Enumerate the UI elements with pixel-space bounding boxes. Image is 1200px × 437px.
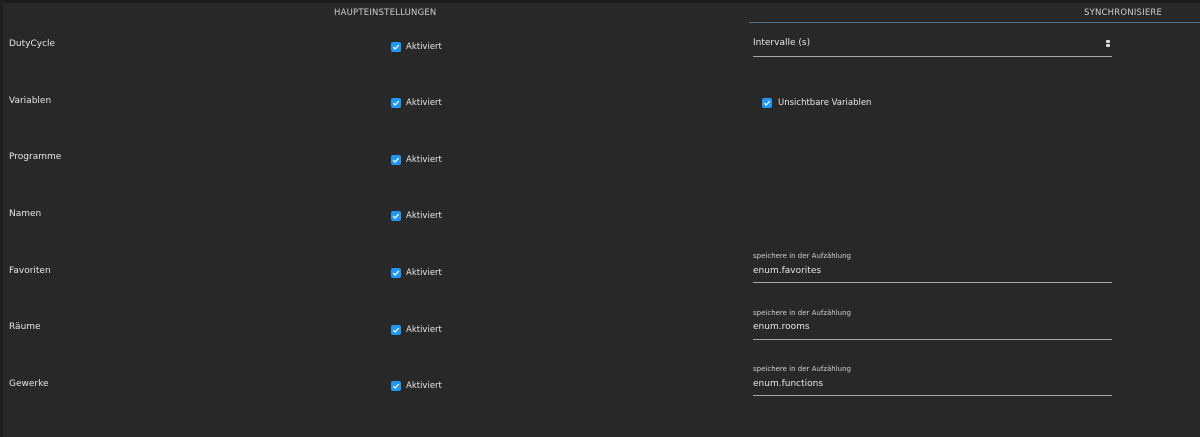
- raeume-checkbox[interactable]: [391, 325, 401, 335]
- row-label-namen: Namen: [9, 209, 42, 219]
- functions-enum-field-label: speichere in der Aufzählung: [753, 365, 851, 373]
- active-tab-indicator: [749, 22, 1200, 23]
- functions-enum-underline: [753, 395, 1112, 396]
- favoriten-checkbox[interactable]: [391, 268, 401, 278]
- checkmark-icon: [763, 100, 771, 106]
- checkmark-icon: [392, 44, 400, 50]
- rooms-enum-underline: [753, 339, 1112, 340]
- checkmark-icon: [392, 270, 400, 276]
- dutycycle-checkbox-label: Aktiviert: [406, 42, 442, 52]
- invisible-variables-label: Unsichtbare Variablen: [778, 98, 872, 108]
- row-label-dutycycle: DutyCycle: [9, 39, 56, 49]
- row-label-favoriten: Favoriten: [9, 266, 51, 276]
- variablen-checkbox[interactable]: [391, 98, 401, 108]
- rooms-enum-field-label: speichere in der Aufzählung: [753, 309, 851, 317]
- checkmark-icon: [392, 157, 400, 163]
- programme-checkbox-label: Aktiviert: [406, 155, 442, 165]
- interval-underline: [753, 56, 1112, 57]
- checkmark-icon: [392, 213, 400, 219]
- favorites-enum-field-label: speichere in der Aufzählung: [753, 252, 851, 260]
- functions-enum-input[interactable]: enum.functions: [753, 379, 823, 389]
- favoriten-checkbox-label: Aktiviert: [406, 268, 442, 278]
- tab-main-settings[interactable]: HAUPTEINSTELLUNGEN: [334, 8, 436, 18]
- row-label-gewerke: Gewerke: [9, 379, 49, 389]
- favorites-enum-underline: [753, 282, 1112, 283]
- namen-checkbox[interactable]: [391, 211, 401, 221]
- interval-spinner-icon[interactable]: [1106, 40, 1110, 48]
- programme-checkbox[interactable]: [391, 155, 401, 165]
- favorites-enum-input[interactable]: enum.favorites: [753, 266, 821, 276]
- invisible-variables-checkbox[interactable]: [762, 98, 772, 108]
- namen-checkbox-label: Aktiviert: [406, 211, 442, 221]
- checkmark-icon: [392, 327, 400, 333]
- dutycycle-checkbox[interactable]: [391, 42, 401, 52]
- gewerke-checkbox[interactable]: [391, 381, 401, 391]
- checkmark-icon: [392, 383, 400, 389]
- raeume-checkbox-label: Aktiviert: [406, 325, 442, 335]
- variablen-checkbox-label: Aktiviert: [406, 98, 442, 108]
- row-label-variablen: Variablen: [9, 96, 52, 106]
- rooms-enum-input[interactable]: enum.rooms: [753, 322, 810, 332]
- top-border: [0, 0, 1200, 3]
- row-label-raeume: Räume: [9, 322, 41, 332]
- settings-page: HAUPTEINSTELLUNGEN SYNCHRONISIERE DutyCy…: [0, 0, 1200, 437]
- row-label-programme: Programme: [9, 152, 62, 162]
- checkmark-icon: [392, 100, 400, 106]
- gewerke-checkbox-label: Aktiviert: [406, 381, 442, 391]
- left-border: [0, 0, 3, 437]
- interval-field-label: Intervalle (s): [753, 38, 811, 48]
- tab-synchronize[interactable]: SYNCHRONISIERE: [1084, 8, 1162, 18]
